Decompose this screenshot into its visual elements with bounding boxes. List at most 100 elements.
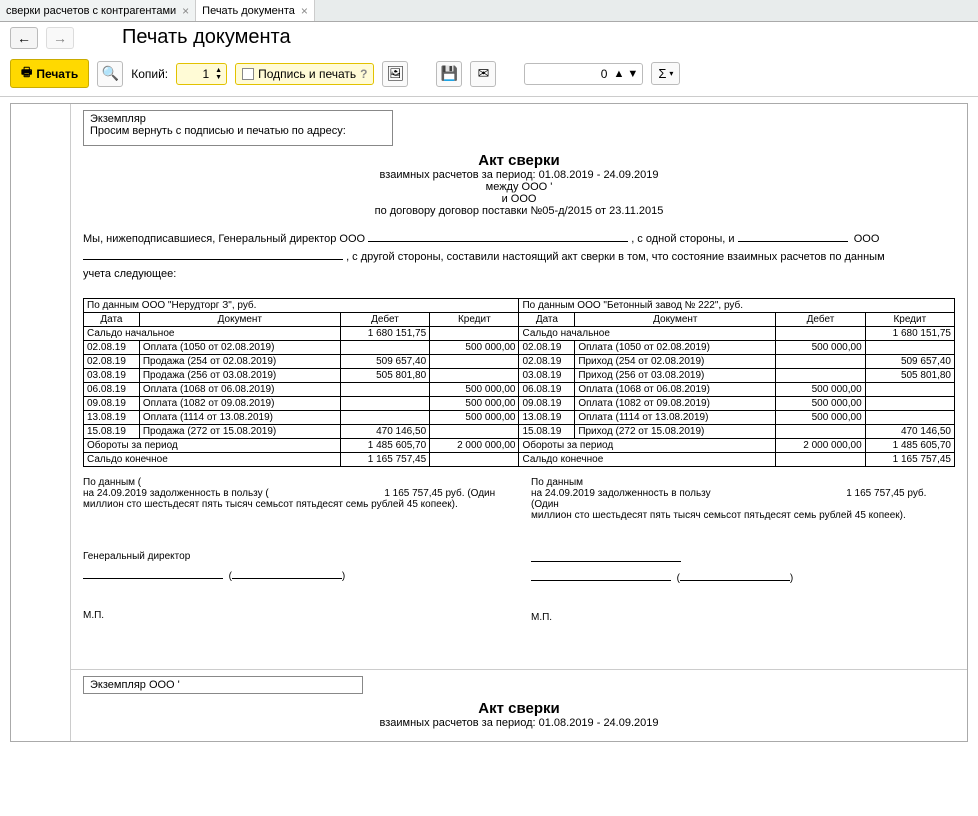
- signature-name-line: [680, 570, 790, 581]
- summary-words: миллион сто шестьдесят пять тысяч семьсо…: [531, 510, 955, 521]
- floppy-icon: 💾: [441, 65, 458, 82]
- toolbar: 🖶 Печать 🔍 Копий: ▲ ▼ Подпись и печать ?…: [0, 55, 978, 97]
- signature-name-line: [232, 568, 342, 579]
- table-row: 02.08.19Продажа (254 от 02.08.2019)509 6…: [84, 354, 955, 368]
- preamble-text: ООО: [854, 233, 880, 245]
- document-title-copy2: Акт сверки: [83, 700, 955, 717]
- left-header: По данным ООО "Нерудторг З", руб.: [84, 298, 519, 312]
- document-period-copy2: взаимных расчетов за период: 01.08.2019 …: [83, 717, 955, 729]
- col-debit-r: Дебет: [776, 312, 865, 326]
- exemplar-line1: Экземпляр: [90, 113, 386, 125]
- tab-reconciliation[interactable]: сверки расчетов с контрагентами ×: [0, 0, 196, 21]
- close-icon[interactable]: ×: [301, 4, 308, 18]
- document-between: между ООО ': [83, 181, 955, 193]
- document-viewport: Экземпляр Просим вернуть с подписью и пе…: [0, 103, 978, 742]
- save-button[interactable]: 💾: [436, 61, 462, 87]
- stamp-label: М.П.: [83, 610, 507, 621]
- table-row-start: Сальдо начальное 1 680 151,75 Сальдо нач…: [84, 326, 955, 340]
- numeric-input[interactable]: [529, 66, 609, 82]
- col-doc-r: Документ: [575, 312, 776, 326]
- numeric-field[interactable]: ▲ ▼: [524, 63, 643, 85]
- summary-text: на 24.09.2019 задолженность в пользу (: [83, 488, 269, 499]
- col-debit: Дебет: [340, 312, 429, 326]
- signature-title: Генеральный директор: [83, 551, 507, 562]
- table-row: 02.08.19Оплата (1050 от 02.08.2019)500 0…: [84, 340, 955, 354]
- summary-text: По данным (: [83, 477, 507, 488]
- summary-text: на 24.09.2019 задолженность в пользу: [531, 488, 711, 499]
- close-icon[interactable]: ×: [182, 4, 189, 18]
- document-period: взаимных расчетов за период: 01.08.2019 …: [83, 169, 955, 181]
- document-and: и ООО: [83, 193, 955, 205]
- sign-and-print-button[interactable]: Подпись и печать ?: [235, 63, 374, 85]
- chevron-up-icon[interactable]: ▲: [613, 68, 624, 80]
- magnifier-icon: 🔍: [102, 65, 119, 82]
- chevron-down-icon: ▾: [669, 69, 673, 78]
- summary-amount: 1 165 757,45 руб. (Один: [384, 488, 495, 499]
- preamble-text: , с одной стороны, и: [631, 233, 734, 245]
- back-button[interactable]: ←: [10, 27, 38, 49]
- col-doc: Документ: [139, 312, 340, 326]
- col-date: Дата: [84, 312, 140, 326]
- summary-words: миллион сто шестьдесят пять тысяч семьсо…: [83, 499, 507, 510]
- table-row: 09.08.19Оплата (1082 от 09.08.2019)500 0…: [84, 396, 955, 410]
- forward-button[interactable]: →: [46, 27, 74, 49]
- document-contract: по договору договор поставки №05-д/2015 …: [83, 205, 955, 217]
- exemplar-line2: Просим вернуть с подписью и печатью по а…: [90, 125, 386, 137]
- chevron-up-icon[interactable]: ▲: [215, 67, 222, 74]
- sign-print-label: Подпись и печать: [258, 67, 356, 81]
- document-page: Экземпляр Просим вернуть с подписью и пе…: [10, 103, 968, 742]
- right-header: По данным ООО "Бетонный завод № 222", ру…: [519, 298, 955, 312]
- tab-label: Печать документа: [202, 5, 295, 17]
- sigma-icon: Σ: [658, 66, 666, 81]
- table-row: 06.08.19Оплата (1068 от 06.08.2019)500 0…: [84, 382, 955, 396]
- chevron-down-icon[interactable]: ▼: [627, 68, 638, 80]
- summary-text: По данным: [531, 477, 955, 488]
- copies-spinner[interactable]: ▲ ▼: [176, 63, 227, 85]
- window-tabs: сверки расчетов с контрагентами × Печать…: [0, 0, 978, 22]
- signature-block: Генеральный директор () М.П. () М.П.: [83, 551, 955, 623]
- col-credit-r: Кредит: [865, 312, 954, 326]
- exemplar-box-copy2: Экземпляр ООО ': [83, 676, 363, 694]
- table-row: 13.08.19Оплата (1114 от 13.08.2019)500 0…: [84, 410, 955, 424]
- preamble-text: Мы, нижеподписавшиеся, Генеральный дирек…: [83, 233, 365, 245]
- checkbox-icon[interactable]: [242, 68, 254, 80]
- reconciliation-table: По данным ООО "Нерудторг З", руб. По дан…: [83, 298, 955, 467]
- blank-line: [368, 231, 628, 242]
- printer-icon: 🖶: [21, 63, 32, 84]
- blank-line: [83, 249, 343, 260]
- export-button[interactable]: 🖼: [382, 61, 408, 87]
- exemplar-text: Экземпляр ООО ': [90, 679, 180, 691]
- col-credit: Кредит: [430, 312, 519, 326]
- print-button[interactable]: 🖶 Печать: [10, 59, 89, 88]
- exemplar-box: Экземпляр Просим вернуть с подписью и пе…: [83, 110, 393, 146]
- summary-block: По данным ( на 24.09.2019 задолженность …: [83, 477, 955, 521]
- copies-label: Копий:: [131, 67, 168, 81]
- page-title: Печать документа: [122, 26, 291, 49]
- envelope-icon: ✉: [478, 65, 490, 82]
- blank-line: [738, 231, 848, 242]
- table-row-end: Сальдо конечное 1 165 757,45 Сальдо коне…: [84, 452, 955, 466]
- preamble-text: , с другой стороны, составили настоящий …: [346, 251, 885, 263]
- table-row: 03.08.19Продажа (256 от 03.08.2019)505 8…: [84, 368, 955, 382]
- table-row-turnover: Обороты за период 1 485 605,70 2 000 000…: [84, 438, 955, 452]
- preview-button[interactable]: 🔍: [97, 61, 123, 87]
- preamble-text: учета следующее:: [83, 268, 176, 280]
- question-icon[interactable]: ?: [360, 67, 367, 81]
- tab-label: сверки расчетов с контрагентами: [6, 5, 176, 17]
- ruler-left: [11, 104, 71, 741]
- stamp-label: М.П.: [531, 612, 955, 623]
- print-label: Печать: [36, 67, 78, 81]
- email-button[interactable]: ✉: [470, 61, 496, 87]
- signature-line: [83, 568, 223, 579]
- title-bar: ← → Печать документа: [0, 22, 978, 55]
- document-title: Акт сверки: [83, 152, 955, 169]
- chevron-down-icon[interactable]: ▼: [215, 74, 222, 81]
- copies-input[interactable]: [181, 66, 211, 82]
- signature-line: [531, 570, 671, 581]
- picture-icon: 🖼: [387, 65, 405, 82]
- sum-button[interactable]: Σ ▾: [651, 62, 680, 85]
- page-separator: [71, 669, 967, 670]
- preamble: Мы, нижеподписавшиеся, Генеральный дирек…: [83, 231, 955, 284]
- tab-print-document[interactable]: Печать документа ×: [196, 0, 315, 21]
- col-date-r: Дата: [519, 312, 575, 326]
